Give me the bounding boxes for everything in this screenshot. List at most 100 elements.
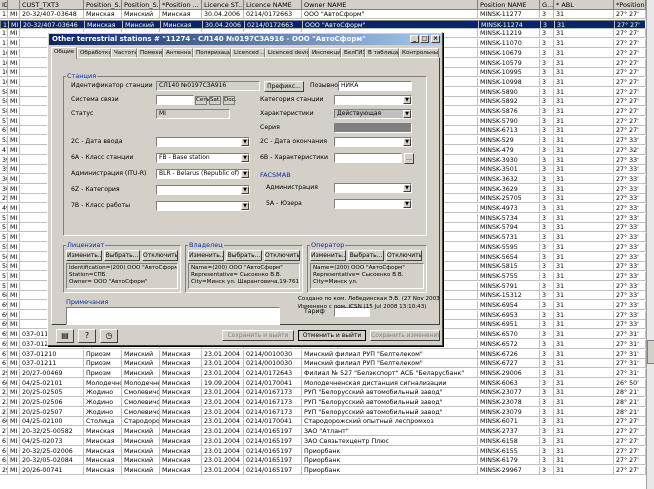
table-cell: 3: [540, 174, 554, 184]
date-stop-select[interactable]: ▼: [334, 137, 412, 147]
licensee-select-button[interactable]: Выбрать...: [104, 250, 140, 261]
admin-select[interactable]: ▼: [334, 183, 412, 193]
tab-general[interactable]: Общие: [51, 47, 77, 59]
chevron-down-icon[interactable]: ▼: [403, 184, 411, 192]
series-field[interactable]: [334, 123, 412, 133]
table-cell: 29006: [2, 368, 8, 378]
column-header[interactable]: ID: [0, 0, 8, 10]
char6b-field[interactable]: [334, 153, 402, 163]
category-select[interactable]: ▼: [334, 95, 412, 105]
table-row[interactable]: 6071MI04/25-02100СтолицаСтародорожскМинс…: [0, 417, 646, 427]
table-row[interactable]: 2737MI20-32/25-00582МинскаяМинскийМинска…: [0, 427, 646, 437]
table-cell: 6155: [2, 446, 8, 456]
table-row[interactable]: 6179MI20-32/05-02084МинскаяМинскийМинска…: [0, 456, 646, 466]
table-cell: 27° 27': [615, 21, 645, 28]
maximize-button[interactable]: □: [420, 35, 429, 43]
table-row[interactable]: 6727MI037-01211ПриозмМинскийМинская23.01…: [0, 359, 646, 369]
table-cell: MI: [8, 58, 20, 68]
operator-select-button[interactable]: Выбрать...: [348, 250, 384, 261]
chevron-down-icon[interactable]: ▼: [241, 170, 249, 178]
vertical-scrollbar[interactable]: [646, 0, 654, 489]
operator-detach-button[interactable]: Отключить: [386, 250, 422, 261]
table-row[interactable]: 29967MI20/26-00741МинскаяМинскийМинская2…: [0, 465, 646, 475]
cancel-exit-button[interactable]: Отменить и выйти: [298, 330, 366, 341]
table-row[interactable]: 11277MI20-32/407-03648МинскаяМинскийМинс…: [0, 10, 646, 20]
characteristics-select[interactable]: Действующая ▼: [334, 109, 412, 119]
close-button[interactable]: ×: [431, 35, 440, 43]
category6z-select[interactable]: ▼: [156, 185, 250, 195]
user-select[interactable]: ▼: [334, 199, 412, 209]
table-cell: MI: [8, 233, 20, 243]
history-icon[interactable]: ◷: [100, 329, 118, 343]
table-row[interactable]: 29006MI20/27-00469ПриозмМинскийМинская23…: [0, 368, 646, 378]
licensee-edit-button[interactable]: Изменить...: [66, 250, 102, 261]
column-header[interactable]: [8, 0, 20, 10]
chevron-down-icon[interactable]: ▼: [403, 110, 411, 118]
chevron-down-icon[interactable]: ▼: [241, 202, 249, 210]
save-close-button[interactable]: Сохранить и выйти: [222, 330, 294, 341]
table-row[interactable]: 6726MI037-01210ПриозмМинскийМинская23.01…: [0, 349, 646, 359]
class-select[interactable]: FB - Base station ▼: [156, 153, 250, 163]
table-row[interactable]: 23077MI20/25-02505ЖодиноСмолевичскМинска…: [0, 388, 646, 398]
column-header[interactable]: Position NAME: [478, 0, 540, 10]
class-work-select[interactable]: ▼: [156, 201, 250, 211]
table-row[interactable]: 6155MI20-32/25-02006МинскаяМинскийМинска…: [0, 446, 646, 456]
table-cell: 3: [540, 184, 554, 194]
save-changes-button[interactable]: Сохранить изменения: [370, 330, 440, 341]
column-header[interactable]: CUST_TXT3: [20, 0, 84, 10]
column-header[interactable]: Licence NAME: [244, 0, 302, 10]
scrollbar-thumb[interactable]: [647, 340, 654, 364]
column-header[interactable]: Licence ST...: [202, 0, 244, 10]
sat-button[interactable]: Sat.: [209, 96, 221, 105]
column-header[interactable]: G...: [540, 0, 554, 10]
document-icon[interactable]: ▤: [56, 329, 74, 343]
table-cell: 0214/0165197: [244, 465, 302, 475]
table-cell: 3: [540, 330, 554, 340]
column-header[interactable]: *Position ...: [614, 0, 646, 10]
table-cell: 3: [540, 417, 554, 427]
table-cell: 31: [554, 301, 614, 310]
table-row[interactable]: 6158MI04/25-02073МинскаяМинскийМинская23…: [0, 436, 646, 446]
owner-edit-button[interactable]: Изменить...: [188, 250, 224, 261]
chevron-down-icon[interactable]: ▼: [403, 200, 411, 208]
station-id-field[interactable]: СЛ140 №0197СЗА916: [156, 81, 260, 91]
table-row[interactable]: 23079MI20/25-02507ЖодиноСмолевичскМинска…: [0, 407, 646, 417]
net-button[interactable]: Сеть: [195, 96, 210, 105]
column-header[interactable]: Position_S...: [122, 0, 160, 10]
column-header[interactable]: Position_S...: [84, 0, 122, 10]
table-cell: MI: [8, 271, 20, 281]
status-field[interactable]: MI: [156, 109, 230, 119]
column-header[interactable]: *Position ...: [160, 0, 202, 10]
chevron-down-icon[interactable]: ▼: [403, 138, 411, 146]
table-row[interactable]: 6063MI04/25-02101МолодечноМолодечнеМинск…: [0, 378, 646, 388]
table-cell: 3: [540, 349, 554, 359]
callsign-field[interactable]: НИКА: [338, 81, 412, 91]
doc-button[interactable]: Doc.: [223, 96, 236, 105]
operator-edit-button[interactable]: Изменить...: [310, 250, 346, 261]
owner-detach-button[interactable]: Отключить: [264, 250, 300, 261]
chevron-down-icon[interactable]: ▼: [241, 138, 249, 146]
column-header[interactable]: Owner NAME: [302, 0, 478, 10]
system-field[interactable]: [156, 95, 194, 105]
table-row[interactable]: 11274MI20-32/407-03646МинскаяМинскийМинс…: [0, 19, 646, 29]
owner-select-button[interactable]: Выбрать...: [226, 250, 262, 261]
admin-itu-select[interactable]: BLR - Belarus (Republic of) ▼: [156, 169, 250, 179]
table-row[interactable]: 23078MI20/25-02506ЖодиноСмолевичскМинска…: [0, 398, 646, 408]
chevron-down-icon[interactable]: ▼: [241, 186, 249, 194]
station-dialog: Other terrestrial stations # "11274 - СЛ…: [47, 32, 443, 346]
help-icon[interactable]: ?: [78, 329, 96, 343]
minimize-button[interactable]: _: [410, 35, 419, 43]
licensee-detach-button[interactable]: Отключить: [142, 250, 178, 261]
table-cell: 20/25-02505: [20, 388, 84, 398]
table-cell: 3: [540, 213, 554, 223]
table-cell: MINSK-3629: [478, 184, 540, 194]
column-header[interactable]: * ABL: [554, 0, 614, 10]
date-in-select[interactable]: ▼: [156, 137, 250, 147]
notes-textarea[interactable]: [66, 307, 280, 325]
table-cell: 3: [540, 68, 554, 78]
prefix-button[interactable]: Префикс...: [264, 81, 304, 92]
chevron-down-icon[interactable]: ▼: [241, 154, 249, 162]
char6b-browse-button[interactable]: …: [404, 153, 414, 164]
chevron-down-icon[interactable]: ▼: [403, 96, 411, 104]
table-cell: 23077: [2, 388, 8, 398]
